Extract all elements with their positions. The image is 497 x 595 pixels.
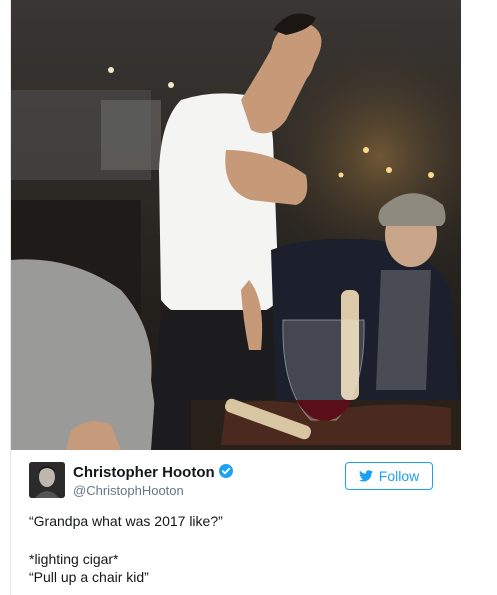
author-name-row[interactable]: Christopher Hooton [73,464,233,481]
tweet-text-line: “Grandpa what was 2017 like?” [29,513,223,529]
tweet-text: “Grandpa what was 2017 like?” *lighting … [29,512,223,586]
follow-label: Follow [378,468,420,484]
tweet-card: Christopher Hooton @ChristophHooton “Gra… [10,0,462,595]
follow-button[interactable]: Follow [345,462,433,490]
page-margin [461,0,497,595]
restaurant-photo [11,0,461,450]
verified-badge-icon [218,464,233,478]
twitter-bird-icon [358,470,373,482]
author-handle[interactable]: @ChristophHooton [73,483,184,498]
tweet-text-line: *lighting cigar* [29,551,119,567]
author-avatar[interactable] [29,462,65,498]
tweet-text-line: “Pull up a chair kid” [29,569,149,585]
author-name[interactable]: Christopher Hooton [73,464,215,481]
tweet-photo[interactable] [11,0,461,450]
